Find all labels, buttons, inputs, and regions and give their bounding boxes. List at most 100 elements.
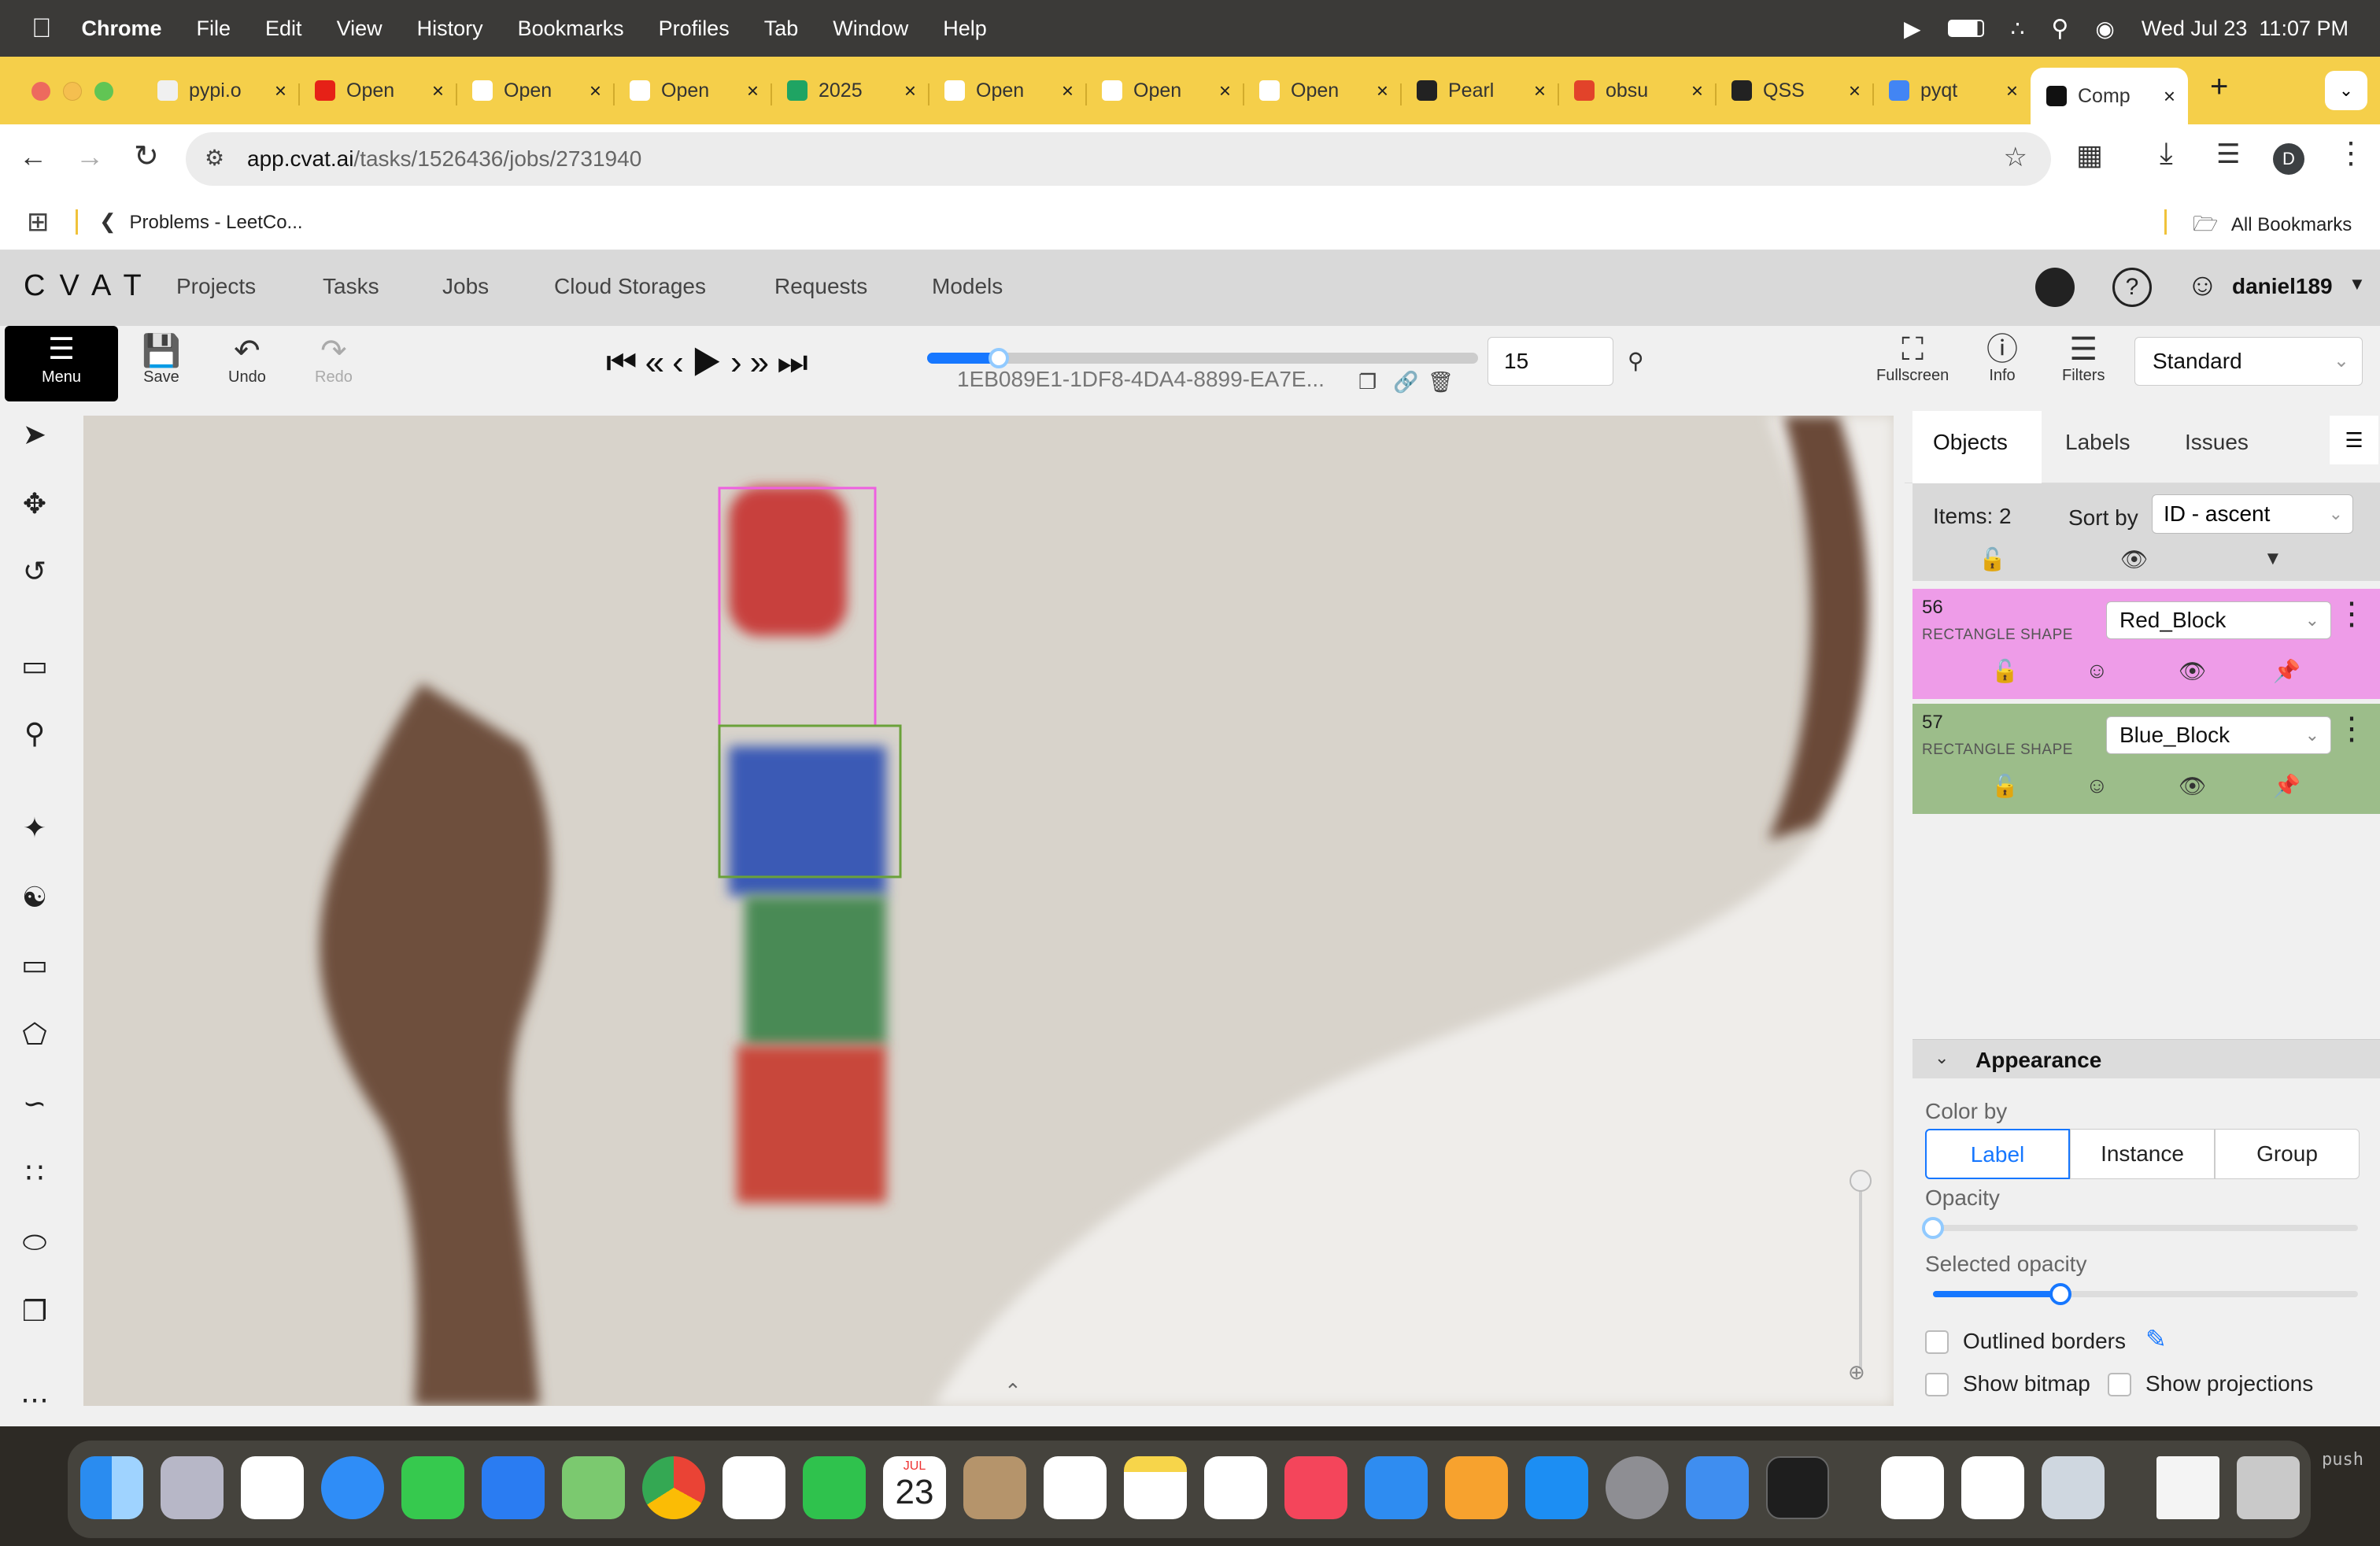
last-frame-icon[interactable]: ⏭ xyxy=(777,343,816,382)
back-step-icon[interactable]: « xyxy=(645,343,672,382)
chrome-icon[interactable] xyxy=(642,1456,705,1519)
color-by-label-option[interactable]: Label xyxy=(1925,1129,2070,1179)
show-projections-checkbox[interactable] xyxy=(2108,1373,2131,1396)
back-button[interactable]: ← xyxy=(19,140,47,173)
user-icon[interactable]: ☺ xyxy=(2186,268,2219,303)
wifi-icon[interactable]: ∴ xyxy=(2011,16,2025,42)
preview-icon[interactable] xyxy=(2042,1456,2105,1519)
app-store-icon[interactable] xyxy=(1525,1456,1588,1519)
maps-icon[interactable] xyxy=(562,1456,625,1519)
browser-tab[interactable]: pyqt × xyxy=(1873,66,2031,115)
opacity-slider-thumb[interactable] xyxy=(1922,1217,1944,1239)
selected-opacity-slider[interactable] xyxy=(1933,1283,2358,1305)
browser-tab[interactable]: Open × xyxy=(614,66,771,115)
contacts-icon[interactable] xyxy=(963,1456,1026,1519)
forward-step-icon[interactable]: » xyxy=(750,343,777,382)
vscode-second-icon[interactable] xyxy=(1961,1456,2024,1519)
cuboid-tool-icon[interactable]: ❐ xyxy=(16,1293,54,1330)
browser-tab[interactable]: Open × xyxy=(1244,66,1401,115)
browser-tab[interactable]: Comp × xyxy=(2031,68,2188,124)
nav-tasks[interactable]: Tasks xyxy=(323,274,379,299)
user-menu-caret-icon[interactable]: ▼ xyxy=(2349,274,2366,294)
launchpad-icon[interactable] xyxy=(161,1456,224,1519)
apple-icon[interactable]:  xyxy=(31,13,52,44)
play-status-icon[interactable]: ▶ xyxy=(1904,16,1921,42)
menu-profiles[interactable]: Profiles xyxy=(659,17,730,41)
undo-button[interactable]: ↶ Undo xyxy=(228,334,266,386)
menu-edit[interactable]: Edit xyxy=(265,17,302,41)
forward-button[interactable]: → xyxy=(76,140,104,173)
selected-opacity-slider-thumb[interactable] xyxy=(2049,1283,2071,1305)
terminal-icon[interactable] xyxy=(1766,1456,1829,1519)
expand-bottom-panel-icon[interactable]: ⌃ xyxy=(1004,1379,1022,1404)
hide-all-icon[interactable]: 👁 xyxy=(2120,546,2149,572)
browser-tab[interactable]: QSS × xyxy=(1716,66,1873,115)
menu-help[interactable]: Help xyxy=(943,17,987,41)
link-icon[interactable]: 🔗 xyxy=(1393,370,1418,394)
browser-tab[interactable]: Open × xyxy=(929,66,1086,115)
lock-icon[interactable]: 🔓 xyxy=(1991,773,2019,799)
window-close-icon[interactable] xyxy=(31,82,50,101)
safari-icon[interactable] xyxy=(321,1456,384,1519)
menu-bookmarks[interactable]: Bookmarks xyxy=(518,17,624,41)
more-tools-icon[interactable]: ⋯ xyxy=(16,1381,54,1418)
menu-button[interactable]: ☰ Menu xyxy=(5,326,118,401)
copy-frame-name-icon[interactable]: ❐ xyxy=(1358,370,1377,394)
menu-window[interactable]: Window xyxy=(833,17,908,41)
menu-tab[interactable]: Tab xyxy=(764,17,799,41)
show-bitmap-checkbox[interactable] xyxy=(1925,1373,1949,1396)
object-label-select[interactable]: Red_Block ⌄ xyxy=(2106,601,2331,639)
browser-tab[interactable]: Open × xyxy=(299,66,456,115)
magic-wand-icon[interactable]: ✦ xyxy=(16,809,54,847)
all-bookmarks[interactable]: 🗁 All Bookmarks xyxy=(2193,209,2352,244)
polygon-tool-icon[interactable]: ⬠ xyxy=(16,1015,54,1053)
browser-tab[interactable]: 2025 × xyxy=(771,66,929,115)
trash-icon[interactable] xyxy=(2237,1456,2300,1519)
info-button[interactable]: ⓘ Info xyxy=(1986,332,2018,385)
xcode-icon[interactable] xyxy=(1686,1456,1749,1519)
outlined-borders-checkbox[interactable] xyxy=(1925,1330,1949,1354)
fullscreen-button[interactable]: ⛶ Fullscreen xyxy=(1876,332,1949,385)
freeform-icon[interactable] xyxy=(1204,1456,1267,1519)
mail-icon[interactable] xyxy=(482,1456,545,1519)
nav-models[interactable]: Models xyxy=(932,274,1003,299)
browser-tab[interactable]: pypi.o × xyxy=(142,66,299,115)
tab-search-button[interactable]: ⌄ xyxy=(2325,71,2367,110)
window-zoom-icon[interactable] xyxy=(94,82,113,101)
nav-cloud-storages[interactable]: Cloud Storages xyxy=(554,274,706,299)
workspace-select[interactable]: Standard ⌄ xyxy=(2134,337,2363,386)
close-tab-icon[interactable]: × xyxy=(1534,79,1546,103)
collapse-sidebar-icon[interactable]: ☰ xyxy=(2330,416,2378,464)
browser-tab[interactable]: Open × xyxy=(1086,66,1244,115)
prev-frame-icon[interactable]: ‹ xyxy=(672,343,692,382)
nav-jobs[interactable]: Jobs xyxy=(442,274,489,299)
pages-icon[interactable] xyxy=(1445,1456,1508,1519)
close-tab-icon[interactable]: × xyxy=(2006,79,2018,103)
openvino-tool-icon[interactable]: ☯ xyxy=(16,878,54,916)
control-center-icon[interactable]: ◉ xyxy=(2095,16,2114,42)
play-icon[interactable]: ▶ xyxy=(692,343,730,382)
occluded-user-icon[interactable]: ☺ xyxy=(2086,658,2108,683)
pin-icon[interactable]: 📌 xyxy=(2273,773,2301,799)
object-item[interactable]: 57 RECTANGLE SHAPE Blue_Block ⌄ ⋮ 🔓 ☺ 👁 📌 xyxy=(1913,704,2380,814)
delete-frame-icon[interactable]: 🗑 xyxy=(1428,370,1454,394)
battery-icon[interactable] xyxy=(1947,20,1984,37)
close-tab-icon[interactable]: × xyxy=(1062,79,1074,103)
fit-image-icon[interactable]: ▭ xyxy=(16,647,54,685)
close-tab-icon[interactable]: × xyxy=(275,79,286,103)
frame-slider-thumb[interactable] xyxy=(989,348,1009,368)
address-bar[interactable]: ⚙ app.cvat.ai/tasks/1526436/jobs/2731940… xyxy=(186,132,2051,186)
browser-tab[interactable]: Open × xyxy=(456,66,614,115)
opacity-slider[interactable] xyxy=(1922,1217,2358,1239)
zoom-in-icon[interactable]: ⊕ xyxy=(1848,1360,1865,1385)
notes-icon[interactable] xyxy=(1124,1456,1187,1519)
close-tab-icon[interactable]: × xyxy=(1377,79,1388,103)
chrome-menu-icon[interactable]: ⋮ xyxy=(2336,135,2366,171)
close-tab-icon[interactable]: × xyxy=(904,79,916,103)
filters-button[interactable]: ☰ Filters xyxy=(2062,332,2105,385)
close-tab-icon[interactable]: × xyxy=(589,79,601,103)
next-frame-icon[interactable]: › xyxy=(730,343,750,382)
frame-number-input[interactable]: 15 xyxy=(1488,337,1613,386)
vscode-insiders-icon[interactable] xyxy=(1881,1456,1944,1519)
save-button[interactable]: 💾 Save xyxy=(142,334,181,386)
